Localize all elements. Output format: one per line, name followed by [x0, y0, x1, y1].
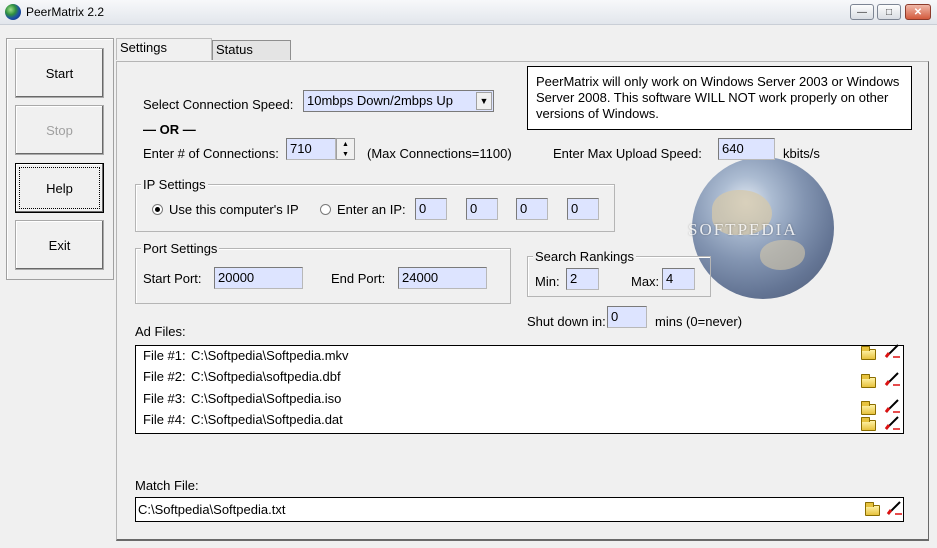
match-file-label: Match File: — [135, 478, 199, 493]
ad-file-2-label: File #2: — [143, 369, 186, 384]
watermark-text: SOFTPEDIA — [688, 220, 798, 239]
folder-open-icon[interactable] — [865, 502, 880, 516]
upload-speed-input[interactable]: 640 — [718, 138, 775, 160]
ad-file-1-label: File #1: — [143, 348, 186, 363]
eraser-icon[interactable] — [883, 371, 901, 387]
stop-button[interactable]: Stop — [15, 105, 104, 155]
maximize-icon: □ — [885, 6, 893, 18]
shutdown-label: Shut down in: — [527, 314, 606, 329]
ip-octet-1-input[interactable]: 0 — [415, 198, 447, 220]
close-button[interactable]: ✕ — [905, 4, 931, 20]
ip-settings-title: IP Settings — [141, 177, 208, 192]
window-title: PeerMatrix 2.2 — [26, 5, 105, 19]
connection-speed-label: Select Connection Speed: — [143, 97, 294, 112]
folder-open-icon[interactable] — [861, 346, 876, 360]
connections-label: Enter # of Connections: — [143, 146, 279, 161]
start-port-input[interactable]: 20000 — [214, 267, 303, 289]
title-bar: PeerMatrix 2.2 — □ ✕ — [0, 0, 937, 25]
help-button[interactable]: Help — [15, 163, 104, 213]
match-file-path: C:\Softpedia\Softpedia.txt — [138, 502, 286, 517]
start-port-label: Start Port: — [143, 271, 202, 286]
eraser-icon[interactable] — [883, 343, 901, 359]
maximize-button[interactable]: □ — [877, 4, 901, 20]
connections-input[interactable]: 710 — [286, 138, 336, 160]
ad-file-4-path: C:\Softpedia\Softpedia.dat — [191, 412, 343, 427]
rank-max-input[interactable]: 4 — [662, 268, 695, 290]
use-computer-ip-label[interactable]: Use this computer's IP — [169, 202, 299, 217]
rank-max-label: Max: — [631, 274, 660, 289]
enter-ip-label[interactable]: Enter an IP: — [337, 202, 406, 217]
chevron-down-icon[interactable]: ▼ — [476, 92, 492, 110]
upload-speed-unit: kbits/s — [783, 146, 820, 161]
exit-button[interactable]: Exit — [15, 220, 104, 270]
globe-icon — [5, 4, 21, 20]
ad-file-1-path: C:\Softpedia\Softpedia.mkv — [191, 348, 349, 363]
ip-octet-2-input[interactable]: 0 — [466, 198, 498, 220]
port-settings-title: Port Settings — [141, 241, 220, 256]
connection-speed-select[interactable]: 10mbps Down/2mbps Up ▼ — [303, 90, 494, 112]
connection-speed-value: 10mbps Down/2mbps Up — [307, 93, 453, 108]
start-button[interactable]: Start — [15, 48, 104, 98]
minimize-button[interactable]: — — [850, 4, 874, 20]
rank-min-input[interactable]: 2 — [566, 268, 599, 290]
end-port-input[interactable]: 24000 — [398, 267, 487, 289]
ad-file-4-label: File #4: — [143, 412, 186, 427]
folder-open-icon[interactable] — [861, 374, 876, 388]
rank-min-label: Min: — [535, 274, 560, 289]
stepper-down-icon[interactable]: ▼ — [337, 149, 354, 159]
enter-ip-radio[interactable] — [320, 204, 331, 215]
ad-files-label: Ad Files: — [135, 324, 186, 339]
search-rankings-title: Search Rankings — [533, 249, 636, 264]
tab-settings[interactable]: Settings — [116, 38, 212, 60]
shutdown-minutes-input[interactable]: 0 — [607, 306, 647, 328]
eraser-icon[interactable] — [883, 398, 901, 414]
close-icon: ✕ — [913, 6, 923, 18]
connections-stepper[interactable]: ▲ ▼ — [336, 138, 355, 160]
ad-file-2-path: C:\Softpedia\softpedia.dbf — [191, 369, 341, 384]
folder-open-icon[interactable] — [861, 401, 876, 415]
compatibility-notice: PeerMatrix will only work on Windows Ser… — [527, 66, 912, 130]
ad-file-3-label: File #3: — [143, 391, 186, 406]
or-separator: — OR — — [143, 122, 196, 137]
use-computer-ip-radio[interactable] — [152, 204, 163, 215]
minimize-icon: — — [857, 6, 867, 18]
ad-file-3-path: C:\Softpedia\Softpedia.iso — [191, 391, 342, 406]
eraser-icon[interactable] — [883, 415, 901, 431]
upload-speed-label: Enter Max Upload Speed: — [553, 146, 702, 161]
eraser-icon[interactable] — [885, 500, 903, 516]
ip-octet-3-input[interactable]: 0 — [516, 198, 548, 220]
ip-octet-4-input[interactable]: 0 — [567, 198, 599, 220]
folder-open-icon[interactable] — [861, 417, 876, 431]
shutdown-suffix: mins (0=never) — [655, 314, 743, 329]
end-port-label: End Port: — [331, 271, 386, 286]
max-connections-note: (Max Connections=1100) — [367, 146, 512, 161]
tab-status[interactable]: Status — [212, 40, 291, 60]
